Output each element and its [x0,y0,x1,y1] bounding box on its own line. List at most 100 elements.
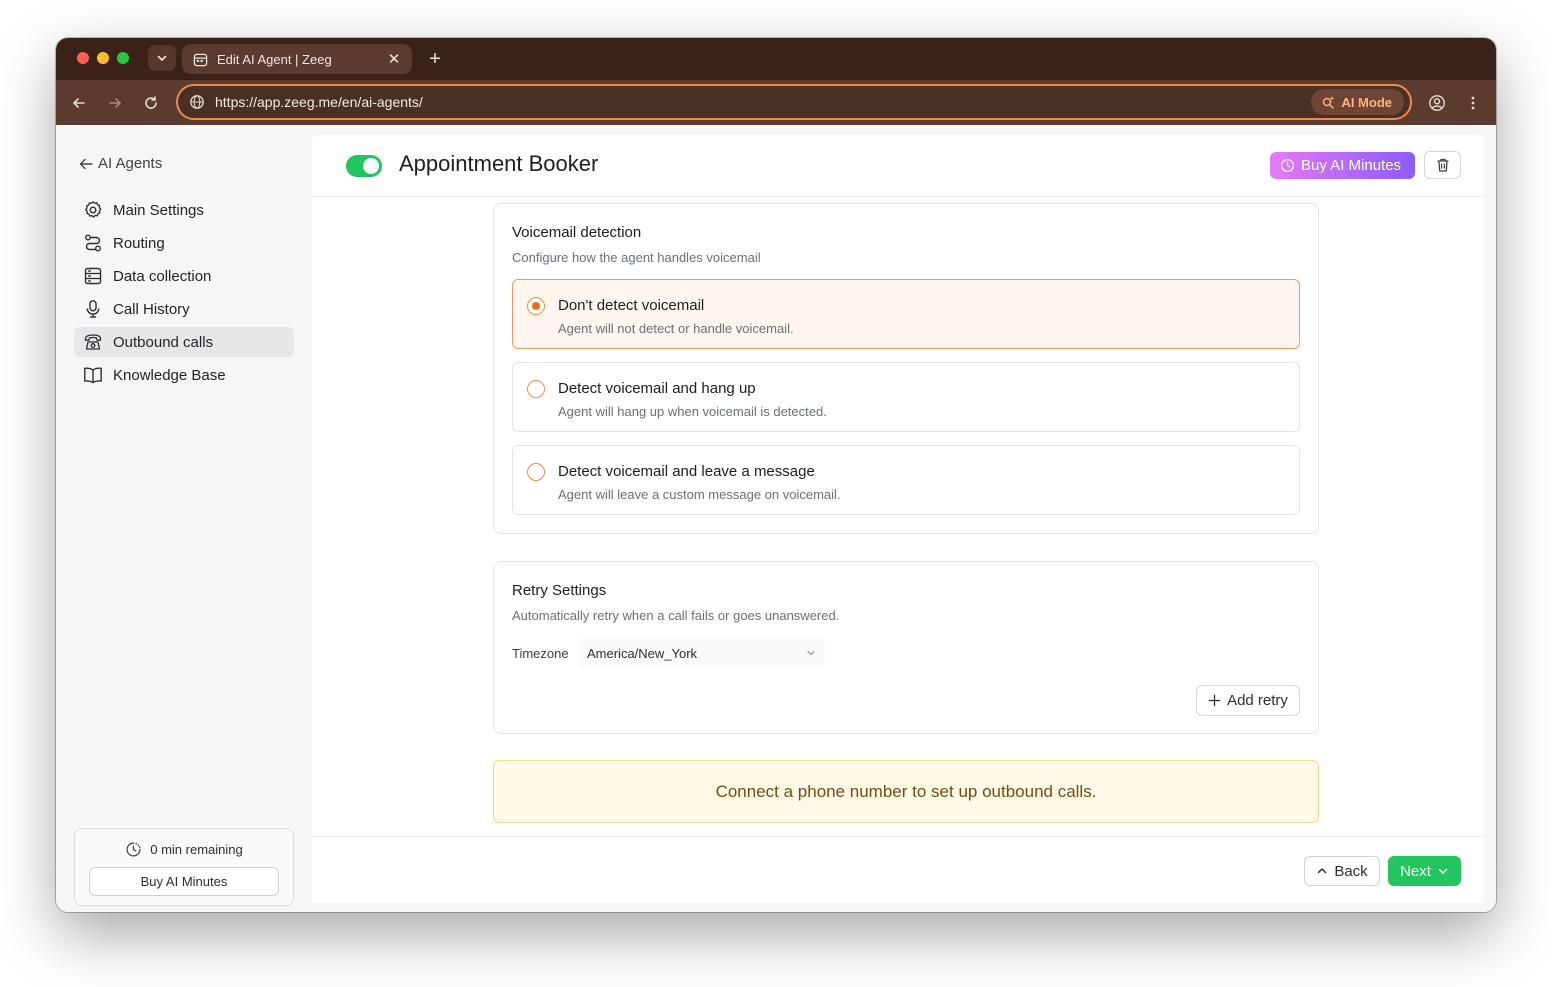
back-link-label: AI Agents [98,155,163,172]
next-button-label: Next [1400,862,1431,880]
sidebar-item-label: Call History [113,300,190,318]
buy-ai-minutes-label: Buy AI Minutes [1301,157,1402,174]
agent-enabled-toggle[interactable] [346,155,382,177]
clock-icon [1280,158,1295,173]
plus-icon [1208,694,1221,707]
tab-title: Edit AI Agent | Zeeg [217,51,332,67]
trash-icon [1437,158,1448,172]
sidebar-item-label: Outbound calls [113,333,214,351]
route-icon [83,233,103,253]
sidebar-item-main-settings[interactable]: Main Settings [74,195,294,225]
retry-settings-card: Retry Settings Automatically retry when … [493,561,1319,734]
option-title: Don't detect voicemail [558,297,705,314]
sidebar-buy-minutes-button[interactable]: Buy AI Minutes [89,867,279,896]
buy-ai-minutes-button[interactable]: Buy AI Minutes [1270,152,1415,179]
option-title: Detect voicemail and leave a message [558,463,815,480]
microphone-icon [83,299,103,319]
clock-icon [126,842,141,857]
add-retry-label: Add retry [1227,692,1288,709]
phone-number-notice: Connect a phone number to set up outboun… [493,760,1319,823]
minutes-remaining-label: 0 min remaining [150,842,243,857]
chevron-up-icon [1318,868,1327,874]
timezone-label: Timezone [512,646,569,661]
kebab-menu-icon [1471,96,1475,110]
maximize-window-button[interactable] [117,52,129,64]
page-title: Appointment Booker [399,151,599,176]
tab-list-button[interactable] [148,45,176,71]
sparkle-search-icon [1323,96,1335,109]
sidebar-item-knowledge-base[interactable]: Knowledge Base [74,360,294,390]
voicemail-card: Voicemail detection Configure how the ag… [493,203,1319,534]
retry-subtitle: Automatically retry when a call fails or… [512,608,840,623]
browser-menu-button[interactable] [1460,90,1486,116]
reload-button[interactable] [138,90,164,116]
back-nav-button[interactable] [66,90,92,116]
arrow-left-icon [73,98,85,108]
radio-button[interactable] [527,463,545,481]
sidebar-item-label: Routing [113,234,165,252]
toggle-knob [363,158,379,174]
voicemail-subtitle: Configure how the agent handles voicemai… [512,250,761,265]
profile-button[interactable] [1424,90,1450,116]
voicemail-option-dont-detect[interactable]: Don't detect voicemail Agent will not de… [512,279,1300,349]
sidebar-item-data-collection[interactable]: Data collection [74,261,294,291]
minutes-card: 0 min remaining Buy AI Minutes [74,828,294,906]
sidebar-nav: Main Settings Routing Data collection Ca… [74,195,294,393]
radio-button[interactable] [527,380,545,398]
arrow-right-icon [109,98,121,108]
sidebar-item-label: Main Settings [113,201,204,219]
browser-tab[interactable]: Edit AI Agent | Zeeg ✕ [182,44,412,74]
new-tab-button[interactable]: + [422,46,448,72]
phone-icon [83,332,103,352]
sidebar: AI Agents Main Settings Routing Data col… [56,125,308,912]
sidebar-item-label: Knowledge Base [113,366,226,384]
forward-nav-button[interactable] [102,90,128,116]
chevron-down-icon [157,55,167,61]
minimize-window-button[interactable] [97,52,109,64]
close-window-button[interactable] [77,52,89,64]
chevron-down-icon [807,650,815,656]
close-tab-icon[interactable]: ✕ [386,51,402,68]
back-button[interactable]: Back [1304,856,1380,886]
sidebar-item-call-history[interactable]: Call History [74,294,294,324]
back-button-label: Back [1334,862,1368,880]
sidebar-item-outbound-calls[interactable]: Outbound calls [74,327,294,357]
minutes-remaining: 0 min remaining [75,841,293,858]
reload-icon [145,96,157,109]
arrow-left-icon [79,158,93,169]
back-to-agents-link[interactable]: AI Agents [78,155,162,172]
voicemail-option-hang-up[interactable]: Detect voicemail and hang up Agent will … [512,362,1300,432]
timezone-select[interactable]: America/New_York [579,638,825,668]
address-bar[interactable]: https://app.zeeg.me/en/ai-agents/ AI Mod… [176,84,1412,120]
app-content: AI Agents Main Settings Routing Data col… [56,125,1496,912]
wizard-footer: Back Next [312,836,1484,903]
retry-title: Retry Settings [512,582,607,599]
agent-header: Appointment Booker Buy AI Minutes [312,135,1484,197]
tab-bar: Edit AI Agent | Zeeg ✕ + [56,38,1496,80]
delete-agent-button[interactable] [1424,151,1461,179]
voicemail-option-leave-message[interactable]: Detect voicemail and leave a message Age… [512,445,1300,515]
option-description: Agent will not detect or handle voicemai… [558,321,794,336]
gear-icon [83,200,103,220]
form-icon [83,266,103,286]
chevron-down-icon [1438,868,1448,874]
voicemail-title: Voicemail detection [512,224,642,241]
book-icon [83,365,103,385]
add-retry-button[interactable]: Add retry [1196,685,1300,716]
option-description: Agent will leave a custom message on voi… [558,487,841,502]
sidebar-item-routing[interactable]: Routing [74,228,294,258]
browser-window: Edit AI Agent | Zeeg ✕ + https://app.zee… [56,38,1496,912]
timezone-value: America/New_York [587,645,698,661]
site-info-icon[interactable] [188,93,206,111]
calendar-favicon-icon [192,51,208,67]
radio-button[interactable] [527,297,545,315]
url-text: https://app.zeeg.me/en/ai-agents/ [215,94,423,110]
profile-icon [1429,95,1445,111]
ai-mode-button[interactable]: AI Mode [1311,89,1404,115]
sidebar-item-label: Data collection [113,267,212,285]
next-button[interactable]: Next [1388,856,1461,886]
option-title: Detect voicemail and hang up [558,380,756,397]
notice-text: Connect a phone number to set up outboun… [715,781,1097,801]
main-panel: Appointment Booker Buy AI Minutes Voicem… [312,135,1484,903]
option-description: Agent will hang up when voicemail is det… [558,404,827,419]
